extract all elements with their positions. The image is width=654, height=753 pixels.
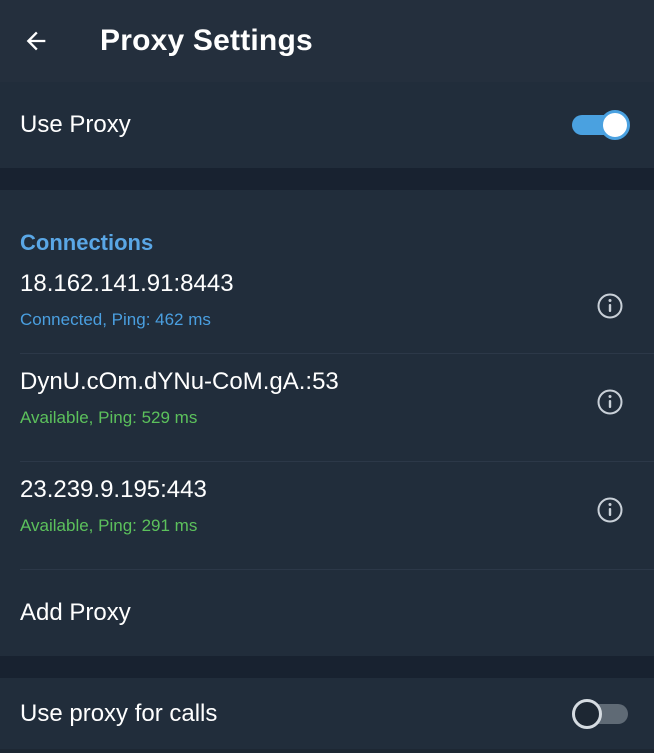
section-divider (0, 168, 654, 190)
proxy-address: DynU.cOm.dYNu-CoM.gA.:53 (20, 368, 339, 395)
info-icon[interactable] (596, 388, 624, 416)
use-proxy-calls-toggle[interactable] (570, 696, 632, 732)
use-proxy-calls-row[interactable]: Use proxy for calls (0, 678, 654, 749)
arrow-left-icon (26, 31, 46, 51)
connections-header: Connections (20, 230, 154, 255)
connections-section: Connections 18.162.141.91:8443 Connected… (0, 190, 654, 656)
use-proxy-calls-label: Use proxy for calls (20, 699, 218, 727)
use-proxy-row[interactable]: Use Proxy (0, 82, 654, 168)
proxy-address: 23.239.9.195:443 (20, 476, 207, 503)
back-button[interactable] (16, 21, 56, 61)
proxy-status: Available, Ping: 291 ms (20, 516, 198, 535)
proxy-connection-item[interactable]: 18.162.141.91:8443 Connected, Ping: 462 … (0, 258, 654, 354)
proxy-status: Available, Ping: 529 ms (20, 408, 198, 427)
row-divider (20, 569, 654, 570)
proxy-connection-item[interactable]: 23.239.9.195:443 Available, Ping: 291 ms (0, 462, 654, 570)
info-icon[interactable] (596, 292, 624, 320)
page-title: Proxy Settings (100, 24, 313, 57)
use-proxy-label: Use Proxy (20, 111, 131, 138)
use-proxy-toggle[interactable] (570, 107, 632, 143)
proxy-connection-item[interactable]: DynU.cOm.dYNu-CoM.gA.:53 Available, Ping… (0, 354, 654, 462)
toggle-knob (600, 110, 630, 140)
app-bar: Proxy Settings (0, 0, 654, 82)
proxy-status: Connected, Ping: 462 ms (20, 310, 211, 329)
section-divider (0, 656, 654, 678)
info-icon[interactable] (596, 496, 624, 524)
proxy-settings-screen: Proxy Settings Use Proxy Connections 18.… (0, 0, 654, 753)
toggle-knob (572, 698, 602, 729)
proxy-address: 18.162.141.91:8443 (20, 270, 234, 297)
add-proxy-button[interactable]: Add Proxy (0, 570, 654, 656)
